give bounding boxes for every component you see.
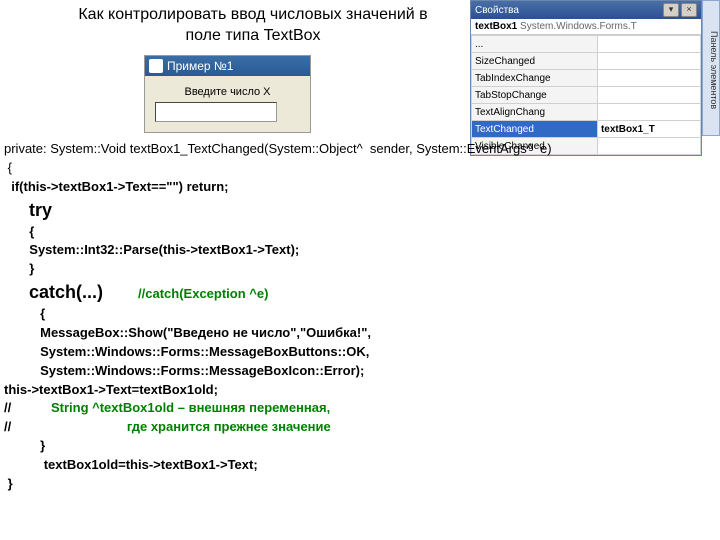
toolbox-tab[interactable]: Панель элементов	[702, 0, 720, 136]
example-window: Пример №1 Введите число X	[144, 55, 311, 133]
example-textbox[interactable]	[155, 102, 277, 122]
page-title: Как контролировать ввод числовых значени…	[68, 5, 438, 47]
app-icon	[149, 59, 163, 73]
code-block: private: System::Void textBox1_TextChang…	[4, 140, 552, 494]
table-row[interactable]: ...	[472, 36, 701, 53]
table-row[interactable]: TabStopChange	[472, 87, 701, 104]
table-row-selected[interactable]: TextChangedtextBox1_T	[472, 121, 701, 138]
table-row[interactable]: TabIndexChange	[472, 70, 701, 87]
properties-titlebar: Свойства ▾ ×	[471, 1, 701, 19]
properties-subheader: textBox1 System.Windows.Forms.T	[471, 19, 701, 35]
table-row[interactable]: SizeChanged	[472, 53, 701, 70]
control-name: textBox1	[475, 21, 517, 32]
properties-window: Свойства ▾ × textBox1 System.Windows.For…	[470, 0, 702, 156]
control-type: System.Windows.Forms.T	[520, 21, 637, 32]
properties-title: Свойства	[475, 5, 519, 16]
example-titlebar: Пример №1	[145, 56, 310, 76]
example-caption: Пример №1	[167, 59, 233, 73]
example-label: Введите число X	[155, 86, 300, 98]
properties-table: ... SizeChanged TabIndexChange TabStopCh…	[471, 35, 701, 155]
dropdown-icon[interactable]: ▾	[663, 3, 679, 17]
table-row[interactable]: TextAlignChang	[472, 104, 701, 121]
close-icon[interactable]: ×	[681, 3, 697, 17]
